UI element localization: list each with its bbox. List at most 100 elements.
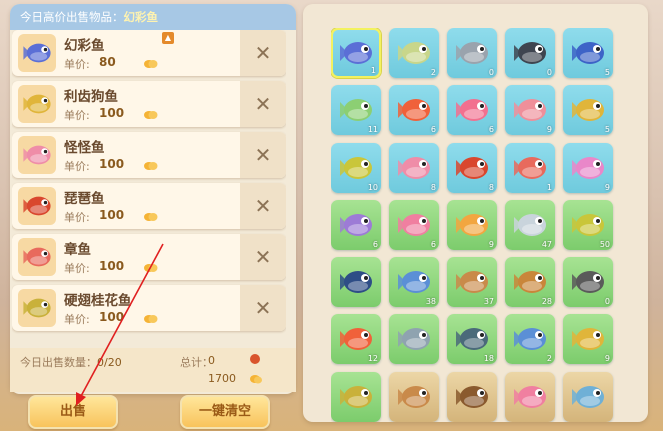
banner-prefix: 今日高价出售物品： [20,10,124,24]
slot-quantity: 0 [488,68,494,77]
inventory-slot[interactable]: 6 [447,85,497,136]
inventory-slot[interactable]: 11 [331,85,381,136]
inventory-slot[interactable]: 5 [563,28,613,78]
fish-thumbnail [18,34,56,72]
coin-icon [144,60,158,68]
fish-name: 琵琶鱼 [64,191,105,207]
sell-item[interactable]: 章鱼单价: 100 ✕ [12,234,286,280]
inventory-slot[interactable]: 50 [563,199,613,250]
price-label: 单价: [64,109,90,122]
fish-name: 硬翅桂花鱼 [64,293,132,309]
inventory-slot[interactable] [389,314,439,365]
inventory-slot[interactable] [447,371,497,422]
coin-icon [250,375,262,384]
slot-quantity: 5 [604,68,610,77]
daily-high-price-banner: 今日高价出售物品：幻彩鱼 [10,4,296,30]
inventory-slot[interactable]: 2 [389,28,439,78]
fish-thumbnail [18,238,56,276]
inventory-slot[interactable] [505,371,555,422]
fish-name: 怪怪鱼 [64,140,105,156]
remove-item-button[interactable]: ✕ [240,132,286,178]
sell-list: 幻彩鱼 单价: 80 ▲ ✕ 利齿狗鱼 单价: 100 ✕ 怪怪鱼 单价: 100 ✕ 琵琶鱼 单价: 100… [12,30,286,346]
inventory-slot[interactable]: 1 [331,28,381,78]
inventory-slot[interactable]: 37 [447,257,497,308]
inventory-slot[interactable]: 6 [389,199,439,250]
slot-quantity: 50 [599,239,610,249]
remove-item-button[interactable]: ✕ [240,30,286,76]
sell-item[interactable]: 利齿狗鱼单价: 100 ✕ [12,81,286,127]
inventory-slot[interactable]: 0 [447,28,497,78]
inventory-grid: 1 2 0 0 5 11 6 6 9 5 10 8 8 1 9 6 6 9 47 50 38 37 28 0 12 18 2 9 [331,28,631,422]
daily-sell-count-value: 0/20 [97,356,122,369]
price-label: 单价: [64,211,90,224]
clear-all-button[interactable]: 一键清空 [180,395,270,429]
fish-name: 章鱼 [64,242,91,258]
daily-sell-count: 今日出售数量：0/20 [20,354,122,370]
slot-quantity: 11 [367,125,378,135]
remove-item-button[interactable]: ✕ [240,234,286,280]
inventory-slot[interactable]: 10 [331,142,381,193]
banner-highlight-item: 幻彩鱼 [123,10,159,24]
price-value: 100 [99,259,125,273]
inventory-slot[interactable]: 9 [563,314,613,365]
coin-icon [144,162,158,170]
fish-name: 利齿狗鱼 [64,89,118,105]
slot-quantity: 9 [604,182,610,192]
inventory-slot[interactable]: 38 [389,257,439,308]
price-value: 100 [99,310,125,324]
remove-item-button[interactable]: ✕ [240,81,286,127]
sell-summary: 今日出售数量：0/20 总计： 0 1700 [10,348,296,392]
inventory-slot[interactable]: 2 [505,314,555,365]
inventory-slot[interactable]: 1 [505,142,555,193]
remove-item-button[interactable]: ✕ [240,183,286,229]
inventory-slot[interactable]: 6 [331,199,381,250]
slot-quantity: 28 [541,297,552,307]
slot-quantity: 9 [546,125,552,135]
sell-item[interactable]: 硬翅桂花鱼单价: 100 ✕ [12,285,286,331]
coin-icon [144,315,158,323]
sell-item[interactable]: 怪怪鱼 单价: 100 ✕ [12,132,286,178]
inventory-slot[interactable]: 18 [447,314,497,365]
remove-item-button[interactable]: ✕ [240,285,286,331]
inventory-slot[interactable] [563,371,613,422]
slot-quantity: 6 [430,239,436,249]
inventory-slot[interactable]: 8 [447,142,497,193]
inventory-slot[interactable]: 9 [563,142,613,193]
inventory-slot[interactable]: 8 [389,142,439,193]
inventory-slot[interactable]: 9 [505,85,555,136]
total-value: 0 [208,354,215,367]
inventory-slot[interactable] [389,371,439,422]
gem-icon [250,354,260,364]
inventory-slot[interactable]: 28 [505,257,555,308]
slot-quantity: 8 [430,182,436,192]
slot-quantity: 18 [483,354,494,364]
inventory-slot[interactable] [331,371,381,422]
slot-quantity: 12 [367,354,378,364]
slot-quantity: 37 [483,297,494,307]
fish-thumbnail [18,187,56,225]
slot-quantity: 1 [370,66,376,75]
fish-thumbnail [18,85,56,123]
fish-name: 幻彩鱼 [64,38,105,54]
price-value: 80 [99,55,116,69]
price-label: 单价: [64,313,90,326]
inventory-slot[interactable]: 0 [505,28,555,78]
slot-quantity: 38 [425,297,436,307]
inventory-slot[interactable]: 47 [505,199,555,250]
sell-item[interactable]: 幻彩鱼 单价: 80 ▲ ✕ [12,30,286,76]
inventory-slot[interactable]: 0 [563,257,613,308]
slot-quantity: 9 [488,239,494,249]
inventory-slot[interactable] [331,257,381,308]
sell-item[interactable]: 琵琶鱼 单价: 100 ✕ [12,183,286,229]
inventory-slot[interactable]: 12 [331,314,381,365]
sell-button[interactable]: 出售 [28,395,118,429]
slot-quantity: 6 [372,239,378,249]
inventory-slot[interactable]: 6 [389,85,439,136]
slot-quantity: 5 [604,125,610,135]
coin-icon [144,111,158,119]
inventory-slot[interactable]: 5 [563,85,613,136]
price-label: 单价: [64,160,90,173]
inventory-slot[interactable]: 9 [447,199,497,250]
price-value: 100 [99,106,125,120]
price-label: 单价: [64,262,90,275]
